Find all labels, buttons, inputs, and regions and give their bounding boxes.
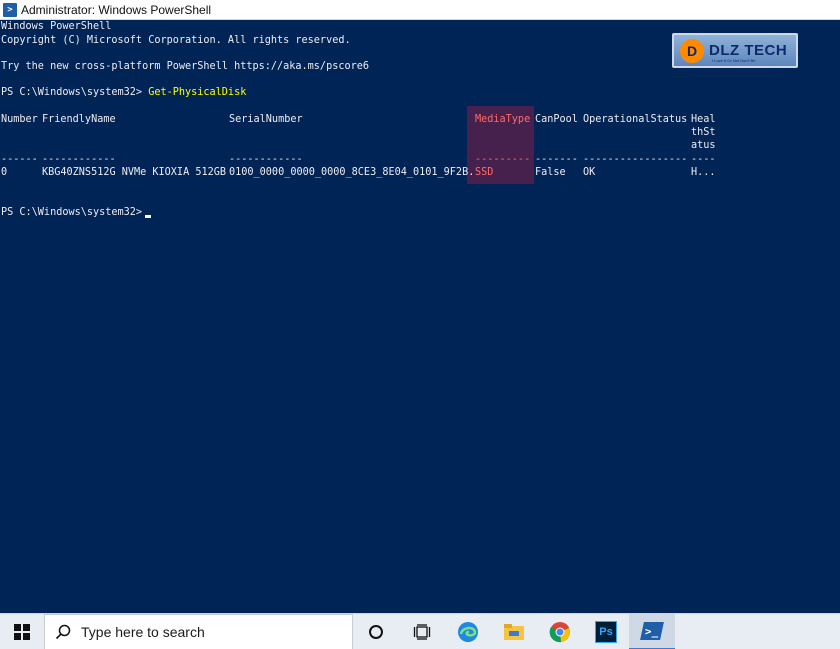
powershell-icon: > bbox=[3, 2, 17, 17]
header-health-1: Heal bbox=[691, 114, 716, 125]
file-explorer-button[interactable] bbox=[491, 614, 537, 649]
taskbar: Type here to search Ps >_ bbox=[0, 613, 840, 649]
header-serial-number: SerialNumber bbox=[229, 114, 303, 125]
search-placeholder: Type here to search bbox=[81, 623, 205, 640]
powershell-console[interactable]: Windows PowerShell Copyright (C) Microso… bbox=[0, 20, 840, 613]
header-can-pool: CanPool bbox=[535, 114, 578, 125]
underline-friendly-name: ------------ bbox=[42, 154, 116, 165]
file-explorer-icon bbox=[504, 623, 524, 640]
windows-start-icon bbox=[14, 623, 30, 640]
window-title: Administrator: Windows PowerShell bbox=[21, 2, 212, 17]
underline-serial-number: ------------ bbox=[229, 154, 303, 165]
cortana-button[interactable] bbox=[353, 614, 399, 649]
title-bar: > Administrator: Windows PowerShell bbox=[0, 0, 840, 20]
dlz-logo-tagline: I Love It Or Not Don't Be bbox=[712, 58, 756, 63]
photoshop-icon: Ps bbox=[595, 620, 617, 643]
cell-number: 0 bbox=[1, 167, 8, 178]
header-health-2: thSt bbox=[691, 127, 716, 138]
dlz-logo-text: DLZ TECH bbox=[709, 42, 788, 59]
header-media-type: MediaType bbox=[475, 114, 531, 125]
command-line-1: PS C:\Windows\system32> Get-PhysicalDisk bbox=[1, 86, 246, 99]
taskbar-search-box[interactable]: Type here to search bbox=[44, 613, 353, 649]
start-button[interactable] bbox=[0, 614, 44, 649]
edge-button[interactable] bbox=[445, 614, 491, 649]
underline-operational-status: ----------------- bbox=[583, 154, 688, 165]
header-operational-status: OperationalStatus bbox=[583, 114, 688, 125]
prompt: PS C:\Windows\system32> bbox=[1, 87, 149, 98]
command-text: Get-PhysicalDisk bbox=[148, 87, 247, 98]
dlz-logo-mark: D bbox=[680, 38, 704, 63]
underline-number: ------ bbox=[1, 154, 38, 165]
underline-health: ---- bbox=[691, 154, 716, 165]
powershell-icon: >_ bbox=[640, 621, 664, 640]
banner-line-2: Copyright (C) Microsoft Corporation. All… bbox=[1, 35, 351, 46]
cortana-icon bbox=[369, 624, 383, 639]
underline-media-type: --------- bbox=[475, 154, 531, 165]
search-icon bbox=[55, 624, 71, 639]
banner-line-3: Try the new cross-platform PowerShell ht… bbox=[1, 61, 370, 72]
cell-can-pool: False bbox=[535, 167, 566, 178]
command-line-2: PS C:\Windows\system32> bbox=[1, 207, 149, 218]
photoshop-label: Ps bbox=[599, 625, 613, 638]
cell-operational-status: OK bbox=[583, 167, 596, 178]
banner-line-1: Windows PowerShell bbox=[1, 21, 112, 32]
cell-serial-number: 0100_0000_0000_0000_8CE3_8E04_0101_9F2B. bbox=[229, 167, 475, 178]
task-view-icon bbox=[413, 623, 431, 640]
underline-can-pool: ------- bbox=[535, 154, 578, 165]
header-health-3: atus bbox=[691, 140, 716, 151]
header-number: Number bbox=[1, 114, 38, 125]
chrome-icon bbox=[549, 621, 570, 642]
cell-media-type: SSD bbox=[475, 167, 494, 178]
photoshop-button[interactable]: Ps bbox=[583, 614, 629, 649]
powershell-taskbar-button[interactable]: >_ bbox=[629, 613, 675, 649]
header-friendly-name: FriendlyName bbox=[42, 114, 116, 125]
chrome-button[interactable] bbox=[537, 614, 583, 649]
text-cursor bbox=[145, 215, 151, 218]
task-view-button[interactable] bbox=[399, 614, 445, 649]
edge-icon bbox=[458, 621, 478, 642]
dlz-tech-logo: D DLZ TECH I Love It Or Not Don't Be bbox=[672, 33, 798, 68]
cell-health: H... bbox=[691, 167, 716, 178]
cell-friendly-name: KBG40ZNS512G NVMe KIOXIA 512GB bbox=[42, 167, 227, 178]
